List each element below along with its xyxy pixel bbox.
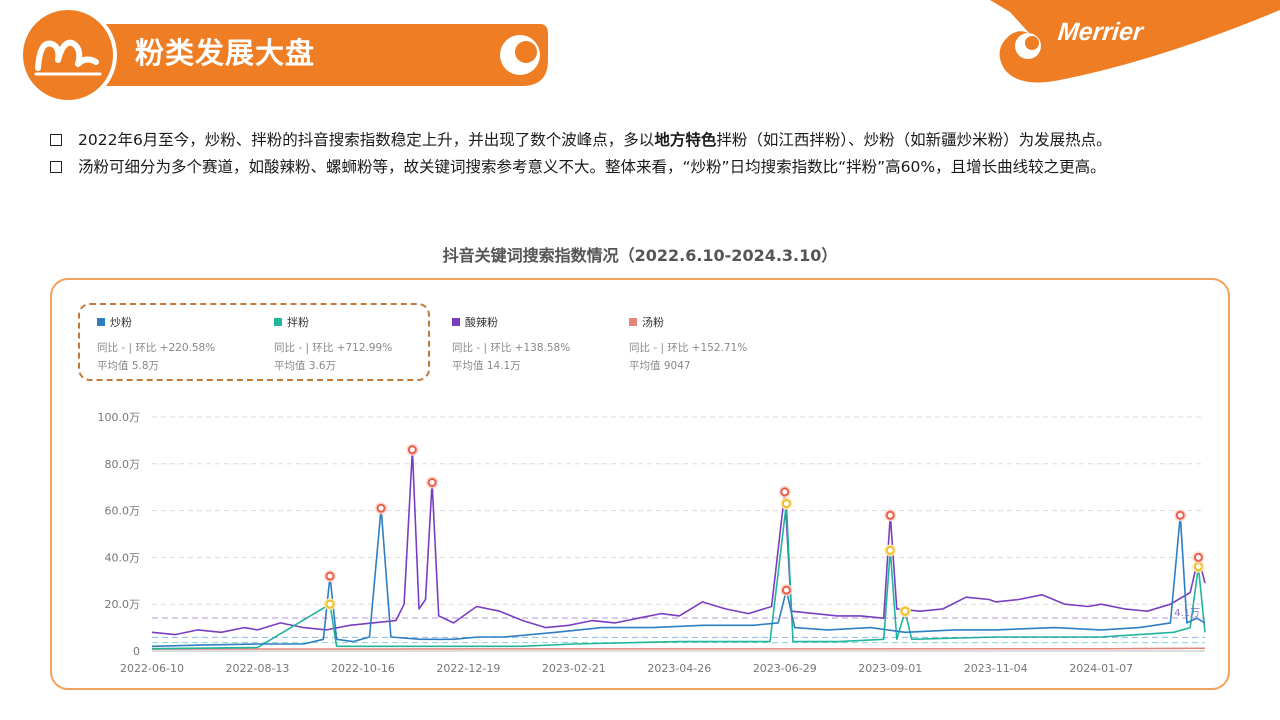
legend-average: 平均值 5.8万 (97, 360, 160, 372)
legend-item[interactable]: 汤粉同比 - | 环比 +152.71% 平均值 9047 (629, 314, 747, 375)
x-tick-label: 2024-01-07 (1069, 662, 1133, 675)
peak-marker (1193, 562, 1203, 572)
series-line (151, 507, 1206, 648)
peak-marker (781, 585, 791, 595)
peak-marker (325, 571, 335, 581)
x-tick-label: 2023-06-29 (753, 662, 817, 675)
x-tick-label: 2023-04-26 (647, 662, 711, 675)
average-line-label: 4.1万 (1174, 608, 1200, 619)
legend-average: 平均值 9047 (629, 360, 691, 372)
legend-swatch (629, 318, 637, 326)
y-tick-label: 80.0万 (105, 458, 141, 471)
x-tick-label: 2022-10-16 (331, 662, 395, 675)
y-tick-label: 100.0万 (98, 411, 141, 424)
peak-marker (885, 545, 895, 555)
peak-marker (427, 478, 437, 488)
legend-average: 平均值 3.6万 (274, 360, 337, 372)
legend-average: 平均值 14.1万 (452, 360, 521, 372)
legend-item[interactable]: 炒粉同比 - | 环比 +220.58% 平均值 5.8万 (97, 314, 215, 375)
y-tick-label: 20.0万 (105, 598, 141, 611)
legend-label: 炒粉 (110, 316, 132, 329)
series-line (151, 449, 1206, 636)
y-tick-label: 40.0万 (105, 551, 141, 564)
peak-marker (376, 503, 386, 513)
x-tick-label: 2023-02-21 (542, 662, 606, 675)
legend-item[interactable]: 酸辣粉同比 - | 环比 +138.58% 平均值 14.1万 (452, 314, 570, 375)
x-tick-label: 2022-06-10 (120, 662, 184, 675)
peak-marker (900, 606, 910, 616)
legend-ratio: 同比 - | 环比 +220.58% (97, 342, 216, 354)
peak-marker (780, 487, 790, 497)
peak-marker (1193, 552, 1203, 562)
peak-marker (781, 499, 791, 509)
legend-label: 酸辣粉 (465, 316, 498, 329)
legend-ratio: 同比 - | 环比 +152.71% (629, 342, 748, 354)
legend-item[interactable]: 拌粉同比 - | 环比 +712.99% 平均值 3.6万 (274, 314, 392, 375)
legend-swatch (97, 318, 105, 326)
peak-marker (325, 599, 335, 609)
y-tick-label: 0 (133, 645, 140, 658)
x-tick-label: 2022-08-13 (225, 662, 289, 675)
series-line (151, 647, 1206, 650)
x-tick-label: 2022-12-19 (436, 662, 500, 675)
legend-ratio: 同比 - | 环比 +138.58% (452, 342, 571, 354)
legend-label: 拌粉 (287, 316, 309, 329)
x-tick-label: 2023-09-01 (858, 662, 922, 675)
peak-marker (885, 510, 895, 520)
legend-swatch (274, 318, 282, 326)
peak-marker (1175, 510, 1185, 520)
x-tick-label: 2023-11-04 (964, 662, 1028, 675)
y-tick-label: 60.0万 (105, 505, 141, 518)
legend-label: 汤粉 (642, 316, 664, 329)
legend-swatch (452, 318, 460, 326)
legend-ratio: 同比 - | 环比 +712.99% (274, 342, 393, 354)
peak-marker (407, 445, 417, 455)
